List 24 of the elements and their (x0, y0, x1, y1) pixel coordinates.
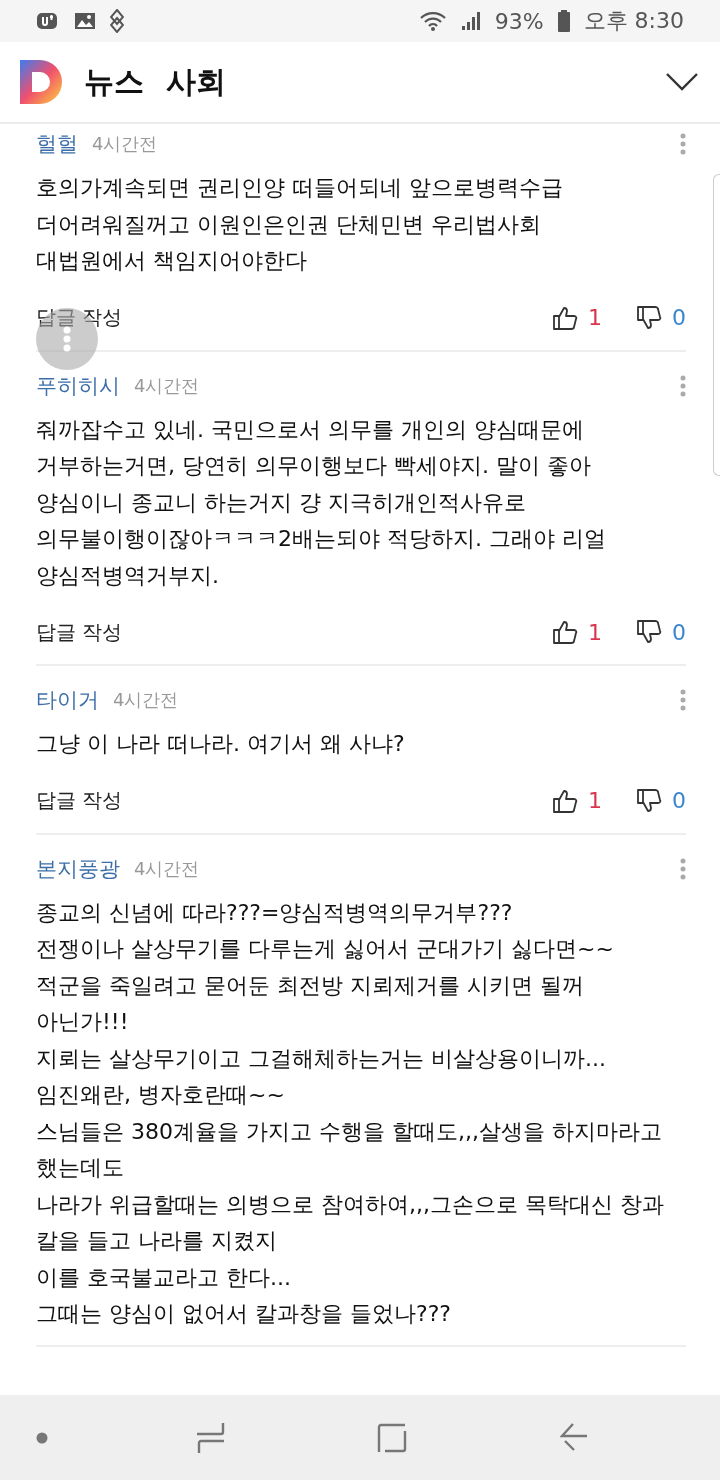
battery-percent: 93% (494, 8, 544, 34)
reply-link[interactable]: 답글 작성 (36, 618, 123, 646)
comment-author[interactable]: 헐헐 (36, 130, 78, 158)
comment-time: 4시간전 (113, 688, 179, 712)
dislike-count: 0 (672, 788, 686, 813)
comment-author[interactable]: 타이거 (36, 686, 99, 714)
comment-author[interactable]: 본지풍광 (36, 854, 120, 883)
like-count: 1 (588, 619, 602, 645)
category-title: 사회 (166, 62, 226, 101)
reply-link[interactable]: 답글 작성 (36, 787, 123, 814)
section-title: 뉴스 (84, 62, 144, 101)
comment-text: 호의가계속되면 권리인양 떠들어되네 앞으로병력수급 더어려워질꺼고 이원인은인권 단체민변 우리법사회 대법원에서 책임지어야한다 (36, 174, 564, 275)
comment-time: 4시간전 (134, 856, 200, 881)
like-count: 1 (588, 305, 602, 330)
comment-time: 4시간전 (134, 373, 200, 398)
like-count: 1 (588, 788, 602, 813)
comment-time: 4시간전 (92, 132, 158, 156)
comment-author[interactable]: 푸히히시 (36, 371, 120, 400)
comment-text: 줘까잡수고 있네. 국민으로서 의무를 개인의 양심때문에 거부하는거면, 당연히 의무이행보다 빡세야지. 말이 좋아 양심이니 종교니 하는거지 걍 지극히개인적사유로 의무불이행이잖아ㅋㅋㅋ2배는되야 적당하지. 그래야 리얼 양심적병역거부지. (36, 415, 607, 590)
comment-text: 종교의 신념에 따라???=양심적병역의무거부??? 전쟁이나 살상무기를 다루는게 싫어서 군대가기 싫다면~~ 적군을 죽일려고 묻어둔 최전방 지뢰제거를 시키면 될꺼 아닌가!!! 지뢰는 살상무기이고 그걸해체하는거는 비살상용이니까... 임진왜란, 병자호란때~~ 스님들은 380계율을 가지고 수행을 할때도,,,살생을 하지마라고 했는데도 나라가 위급할때는 의병으로 참여하여,,,그손으로 목탁대신 창과 칼을 들고 나라를 지켰지 이를 호국불교라고 한다... 그때는 양심이 없어서 칼과창을 들었나??? (36, 898, 665, 1328)
dislike-count: 0 (672, 305, 686, 330)
dislike-count: 0 (672, 619, 686, 645)
clock-time: 오후 8:30 (583, 7, 684, 35)
comment-text: 그냥 이 나라 떠나라. 여기서 왜 사냐? (36, 730, 406, 758)
